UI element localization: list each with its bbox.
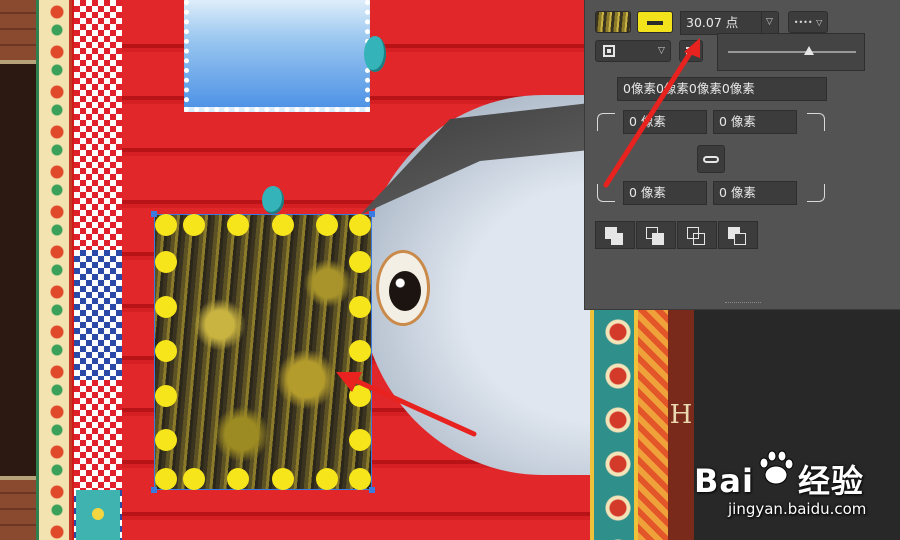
properties-panel: 30.07 点 ▽ •••• ▽ ▽ 0像素0像素0像素0像素 0 像素 0 像… xyxy=(584,0,900,310)
frame-dot xyxy=(272,214,294,236)
frame-dot xyxy=(349,214,371,236)
ornament-strip-left xyxy=(36,0,72,540)
frame-dot xyxy=(155,429,177,451)
frame-dot xyxy=(227,468,249,490)
slider-thumb[interactable] xyxy=(804,46,814,55)
frame-dot xyxy=(349,251,371,273)
frame-dot xyxy=(349,429,371,451)
panel-resize-grip[interactable] xyxy=(725,302,761,305)
frame-dot xyxy=(349,340,371,362)
combine-icon xyxy=(611,233,623,245)
slider-track[interactable] xyxy=(728,51,856,53)
frame-dot xyxy=(155,385,177,407)
chevron-down-icon: ▽ xyxy=(766,17,773,27)
stroke-swatch-icon xyxy=(647,21,663,25)
corner-radius-top-left-field[interactable]: 0 像素 xyxy=(623,110,707,134)
corner-radius-bottom-right-field[interactable]: 0 像素 xyxy=(713,181,797,205)
transform-handle[interactable] xyxy=(369,487,375,493)
stroke-width-field[interactable]: 30.07 点 xyxy=(680,11,762,35)
link-icon xyxy=(703,156,719,163)
chevron-down-icon: ▽ xyxy=(816,18,823,27)
transform-handle[interactable] xyxy=(151,211,157,217)
chevron-down-icon: ▽ xyxy=(658,46,665,56)
checker-strip-red-lower xyxy=(74,380,122,490)
corner-radius-top-right-field[interactable]: 0 像素 xyxy=(713,110,797,134)
frame-dot xyxy=(316,468,338,490)
corner-top-left-icon xyxy=(597,113,615,131)
frame-dot xyxy=(227,214,249,236)
exclude-shapes-button[interactable] xyxy=(718,221,758,249)
ornament-strip-right-2 xyxy=(638,310,668,540)
padding-field[interactable]: 0像素0像素0像素0像素 xyxy=(617,77,827,101)
corner-radius-bottom-left-field[interactable]: 0 像素 xyxy=(623,181,707,205)
teal-tile xyxy=(76,490,120,540)
frame-dot xyxy=(155,296,177,318)
frame-dot xyxy=(155,340,177,362)
paw-logo-icon xyxy=(759,450,794,485)
stroke-width-slider-popover xyxy=(717,33,865,71)
transform-handle[interactable] xyxy=(151,487,157,493)
transform-handle[interactable] xyxy=(369,211,375,217)
subtract-icon xyxy=(652,233,664,245)
stroke-width-dropdown[interactable]: ▽ xyxy=(761,11,779,35)
corner-top-right-icon xyxy=(807,113,825,131)
selected-image-layer[interactable] xyxy=(154,214,372,490)
teal-peg xyxy=(262,186,284,214)
frame-dot xyxy=(349,468,371,490)
frame-dot xyxy=(155,214,177,236)
combine-shapes-button[interactable] xyxy=(595,221,635,249)
watermark-brand-text: Bai xyxy=(694,462,754,500)
intersect-shapes-button[interactable] xyxy=(677,221,717,249)
watermark-url: jingyan.baidu.com xyxy=(728,500,867,518)
dash-style-label: •••• xyxy=(793,18,813,27)
teal-peg xyxy=(364,36,386,72)
subtract-shapes-button[interactable] xyxy=(636,221,676,249)
frame-dot xyxy=(183,468,205,490)
fish-eye xyxy=(376,250,430,326)
frame-dot xyxy=(155,251,177,273)
exclude-icon xyxy=(734,233,746,245)
align-inside-icon-dot xyxy=(607,49,611,53)
stroke-align-dropdown[interactable]: ▽ xyxy=(595,40,671,62)
stroke-options-button[interactable] xyxy=(679,40,703,62)
ornament-strip-right xyxy=(590,310,638,540)
intersect-icon xyxy=(693,233,705,245)
baidu-jingyan-watermark: Bai 经验 jingyan.baidu.com xyxy=(690,440,900,540)
watermark-brand-suffix: 经验 xyxy=(797,462,864,500)
fill-swatch-button[interactable] xyxy=(595,11,631,33)
frame-dot xyxy=(316,214,338,236)
checker-strip-red xyxy=(74,0,122,250)
corner-bottom-right-icon xyxy=(807,184,825,202)
frame-dot xyxy=(155,468,177,490)
link-corners-button[interactable] xyxy=(697,145,725,173)
dash-style-dropdown[interactable]: •••• ▽ xyxy=(788,11,828,33)
sky-plaque xyxy=(184,0,370,112)
frame-dot xyxy=(349,296,371,318)
corner-bottom-left-icon xyxy=(597,184,615,202)
lines-icon xyxy=(686,47,696,55)
window-frame xyxy=(0,60,40,480)
frame-dot xyxy=(349,385,371,407)
frame-dot xyxy=(183,214,205,236)
stroke-swatch-button[interactable] xyxy=(637,11,673,33)
frame-dot xyxy=(272,468,294,490)
